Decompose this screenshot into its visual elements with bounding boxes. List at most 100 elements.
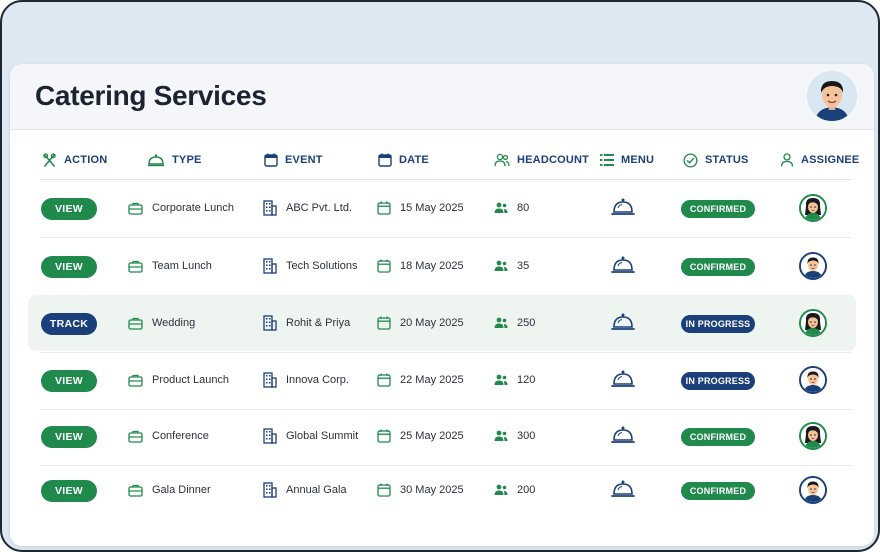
- column-label: HEADCOUNT: [517, 154, 590, 166]
- cloche-icon[interactable]: [611, 369, 635, 389]
- date-text: 30 May 2025: [400, 484, 464, 496]
- date-cell: 20 May 2025: [377, 295, 464, 351]
- calendar-icon: [264, 153, 278, 167]
- table-row[interactable]: VIEW Conference Global Summit 25 May 2025 30…: [28, 408, 856, 464]
- headcount-text: 35: [517, 260, 530, 272]
- building-icon: [263, 428, 277, 444]
- view-button[interactable]: VIEW: [41, 480, 97, 502]
- headcount-text: 300: [517, 430, 536, 442]
- view-button[interactable]: VIEW: [41, 370, 97, 392]
- assignee-avatar[interactable]: [799, 476, 827, 504]
- utensils-icon: [43, 152, 56, 167]
- cloche-icon[interactable]: [611, 312, 635, 332]
- type-cell: Wedding: [128, 295, 195, 351]
- column-header-assignee[interactable]: ASSIGNEE: [780, 149, 859, 171]
- event-text: Innova Corp.: [286, 374, 349, 386]
- cloche-icon[interactable]: [611, 255, 635, 275]
- menu-button[interactable]: [611, 312, 635, 337]
- headcount-cell: 300: [494, 408, 535, 464]
- table-row[interactable]: VIEW Corporate Lunch ABC Pvt. Ltd. 15 May 2…: [28, 180, 856, 236]
- column-header-status[interactable]: STATUS: [683, 149, 749, 171]
- briefcase-icon: [128, 374, 143, 387]
- briefcase-icon: [128, 260, 143, 273]
- table-row[interactable]: VIEW Product Launch Innova Corp. 22 May 202…: [28, 352, 856, 408]
- date-text: 15 May 2025: [400, 202, 464, 214]
- track-button[interactable]: TRACK: [41, 313, 97, 335]
- column-label: ACTION: [64, 154, 108, 166]
- status-badge: CONFIRMED: [681, 200, 755, 218]
- column-header-headcount[interactable]: HEADCOUNT: [494, 149, 589, 171]
- assignee-avatar[interactable]: [799, 422, 827, 450]
- people-icon: [494, 484, 508, 495]
- status-badge: CONFIRMED: [681, 428, 755, 446]
- cloche-icon[interactable]: [611, 479, 635, 499]
- cloche-icon[interactable]: [611, 425, 635, 445]
- date-cell: 18 May 2025: [377, 238, 464, 294]
- assignee-avatar[interactable]: [799, 252, 827, 280]
- table-row[interactable]: VIEW Team Lunch Tech Solutions 18 May 2025 3…: [28, 238, 856, 294]
- building-icon: [263, 200, 277, 216]
- status-badge: CONFIRMED: [681, 258, 755, 276]
- table-row[interactable]: VIEW Gala Dinner Annual Gala 30 May 2025 200…: [28, 462, 856, 518]
- assignee-avatar[interactable]: [799, 194, 827, 222]
- people-icon: [494, 317, 508, 328]
- headcount-text: 120: [517, 374, 536, 386]
- column-label: MENU: [621, 154, 655, 166]
- type-cell: Team Lunch: [128, 238, 212, 294]
- list-icon: [600, 154, 614, 166]
- event-text: Tech Solutions: [286, 260, 358, 272]
- column-header-date[interactable]: DATE: [378, 149, 429, 171]
- headcount-text: 250: [517, 317, 536, 329]
- type-cell: Conference: [128, 408, 209, 464]
- calendar-icon: [377, 429, 391, 443]
- headcount-cell: 250: [494, 295, 535, 351]
- calendar-icon: [377, 316, 391, 330]
- column-header-menu[interactable]: MENU: [600, 149, 654, 171]
- cloche-icon: [148, 153, 164, 166]
- column-label: DATE: [399, 154, 429, 166]
- date-text: 22 May 2025: [400, 374, 464, 386]
- event-text: Global Summit: [286, 430, 359, 442]
- headcount-cell: 120: [494, 352, 535, 408]
- people-icon: [494, 430, 508, 441]
- column-label: STATUS: [705, 154, 749, 166]
- assignee-avatar[interactable]: [799, 366, 827, 394]
- event-cell: ABC Pvt. Ltd.: [263, 180, 352, 236]
- date-text: 25 May 2025: [400, 430, 464, 442]
- people-icon: [494, 374, 508, 385]
- briefcase-icon: [128, 484, 143, 497]
- column-header-event[interactable]: EVENT: [264, 149, 323, 171]
- event-text: Rohit & Priya: [286, 317, 351, 329]
- type-cell: Gala Dinner: [128, 462, 211, 518]
- menu-button[interactable]: [611, 197, 635, 222]
- menu-button[interactable]: [611, 479, 635, 504]
- assignee-avatar[interactable]: [799, 309, 827, 337]
- date-text: 18 May 2025: [400, 260, 464, 272]
- people-icon: [494, 202, 508, 213]
- user-avatar[interactable]: [807, 71, 857, 121]
- cloche-icon[interactable]: [611, 197, 635, 217]
- event-cell: Rohit & Priya: [263, 295, 350, 351]
- calendar-icon: [377, 201, 391, 215]
- menu-button[interactable]: [611, 255, 635, 280]
- headcount-text: 80: [517, 202, 530, 214]
- view-button[interactable]: VIEW: [41, 256, 97, 278]
- headcount-cell: 80: [494, 180, 529, 236]
- catering-card: Catering Services ACTION TYPE EVENT DATE…: [10, 64, 874, 546]
- menu-button[interactable]: [611, 369, 635, 394]
- column-header-action[interactable]: ACTION: [42, 149, 107, 171]
- column-header-type[interactable]: TYPE: [147, 149, 202, 171]
- briefcase-icon: [128, 430, 143, 443]
- view-button[interactable]: VIEW: [41, 198, 97, 220]
- briefcase-icon: [128, 202, 143, 215]
- building-icon: [263, 315, 277, 331]
- building-icon: [263, 482, 277, 498]
- view-button[interactable]: VIEW: [41, 426, 97, 448]
- user-icon: [780, 153, 794, 167]
- column-label: ASSIGNEE: [801, 154, 860, 166]
- date-cell: 15 May 2025: [377, 180, 464, 236]
- table-row[interactable]: TRACK Wedding Rohit & Priya 20 May 2025 250 I…: [28, 295, 856, 351]
- menu-button[interactable]: [611, 425, 635, 450]
- type-text: Conference: [152, 430, 209, 442]
- column-label: TYPE: [172, 154, 202, 166]
